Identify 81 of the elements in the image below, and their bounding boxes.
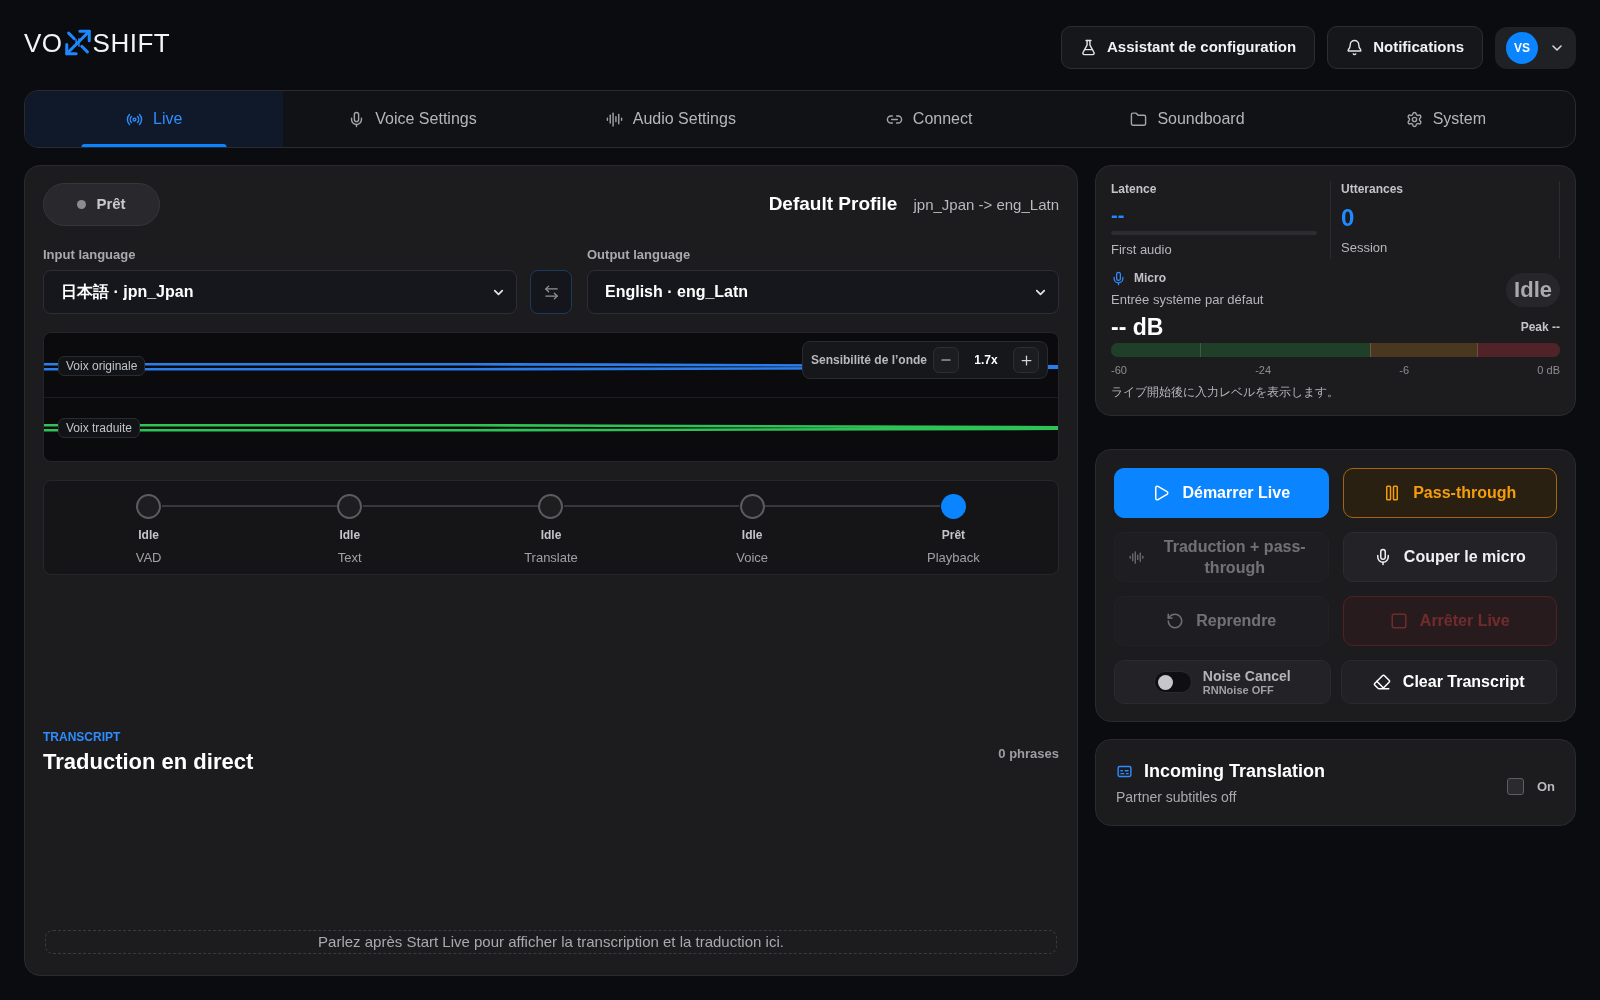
waveform-label: Voix originale <box>58 356 146 377</box>
user-avatar: VS <box>1506 31 1538 64</box>
metric-caption: Session <box>1341 239 1389 257</box>
step-status: Idle <box>540 527 562 543</box>
sound-wave-icon <box>1129 549 1144 565</box>
level-reading: -- dB <box>1111 313 1164 341</box>
metric-value: 0 <box>1341 204 1356 232</box>
start-live-button[interactable]: Démarrer Live <box>1114 468 1329 518</box>
microphone-icon <box>1111 270 1126 286</box>
field-label: Output language <box>587 247 692 263</box>
crossed-arrows-icon <box>62 27 93 58</box>
card-subtitle: Partner subtitles off <box>1116 788 1238 806</box>
increase-button[interactable] <box>1013 347 1039 373</box>
stop-icon <box>1389 612 1408 630</box>
sensitivity-label: Sensibilité de l’onde <box>810 352 927 369</box>
settings-icon <box>1405 110 1423 128</box>
flask-icon <box>1079 39 1097 56</box>
checkbox-label: On <box>1536 777 1555 796</box>
step-status: Idle <box>741 527 763 543</box>
mic-label: Micro <box>1134 270 1166 286</box>
scale-label: -6 <box>1399 363 1410 377</box>
notifications-button[interactable]: Notifications <box>1327 26 1483 69</box>
swap-languages-button[interactable] <box>530 270 572 314</box>
meter-hint: ライブ開始後に入力レベルを表示します。 <box>1111 384 1340 400</box>
scale-label: 0 dB <box>1537 363 1560 377</box>
eraser-icon <box>1372 673 1391 691</box>
tab[interactable]: Soundboard <box>1058 91 1317 147</box>
noise-cancel-status: RNNoise OFF <box>1202 683 1275 697</box>
metric-value: -- <box>1111 203 1126 227</box>
profile-name: Default Profile <box>768 192 898 217</box>
mic-device: Entrée système par défaut <box>1111 291 1264 309</box>
phrase-count: 0 phrases <box>998 745 1059 763</box>
logo-text: VO <box>24 27 63 58</box>
scale-label: -60 <box>1111 363 1127 377</box>
user-menu-button[interactable]: VS <box>1495 26 1576 69</box>
tab[interactable]: Audio Settings <box>541 91 800 147</box>
folder-icon <box>1130 110 1148 128</box>
metric-caption: First audio <box>1111 241 1173 259</box>
tab[interactable]: Voice Settings <box>283 91 542 147</box>
step-name: Text <box>337 549 362 567</box>
step-name: Translate <box>524 549 578 567</box>
step-name: Voice <box>736 549 769 567</box>
clear-transcript-button[interactable]: Clear Transcript <box>1340 660 1557 704</box>
tab[interactable]: Live <box>25 91 284 147</box>
step-name: Playback <box>927 549 980 567</box>
mic-state-badge: Idle <box>1506 272 1560 307</box>
noise-cancel-label: Noise Cancel <box>1202 667 1291 684</box>
rotate-arrow-icon <box>1166 612 1185 630</box>
toggle-switch[interactable] <box>1153 671 1192 693</box>
metric-label: Latence <box>1111 181 1158 197</box>
tab[interactable]: System <box>1316 91 1575 147</box>
pass-through-button[interactable]: Pass-through <box>1342 468 1557 518</box>
logo-text: SHIFT <box>92 27 171 58</box>
peak-reading: Peak -- <box>1520 319 1560 336</box>
waveform-label: Voix traduite <box>58 417 141 438</box>
sensitivity-value: 1.7x <box>973 352 999 369</box>
status-label: Prêt <box>96 194 126 215</box>
empty-transcript-message: Parlez après Start Live pour afficher la transcription et la traduction ici. <box>45 930 1057 954</box>
step-status: Idle <box>339 527 361 543</box>
checkbox[interactable] <box>1506 778 1524 795</box>
plus-icon <box>1018 352 1034 368</box>
setup-assistant-button[interactable]: Assistant de configuration <box>1060 26 1316 69</box>
tab[interactable]: Connect <box>800 91 1059 147</box>
decrease-button[interactable] <box>933 347 959 373</box>
bell-icon <box>1346 39 1364 56</box>
step-status: Prêt <box>941 527 966 543</box>
scale-label: -24 <box>1255 363 1272 377</box>
section-eyebrow: TRANSCRIPT <box>43 729 122 745</box>
swap-arrows-icon <box>542 283 560 301</box>
language-route: jpn_Jpan -> eng_Latn <box>913 195 1059 216</box>
language-select[interactable]: English · eng_Latn <box>587 270 1059 314</box>
language-select[interactable]: 日本語 · jpn_Jpan <box>43 270 517 314</box>
mute-microphone-button[interactable]: Couper le micro <box>1342 532 1557 582</box>
metric-label: Utterances <box>1341 181 1405 197</box>
play-icon <box>1152 484 1171 502</box>
card-title: Incoming Translation <box>1144 759 1326 783</box>
step-status: Idle <box>138 527 159 543</box>
transcript-title: Traduction en direct <box>43 748 254 776</box>
step-name: VAD <box>135 549 162 567</box>
sound-wave-icon <box>605 110 623 128</box>
field-label: Input language <box>43 247 137 263</box>
